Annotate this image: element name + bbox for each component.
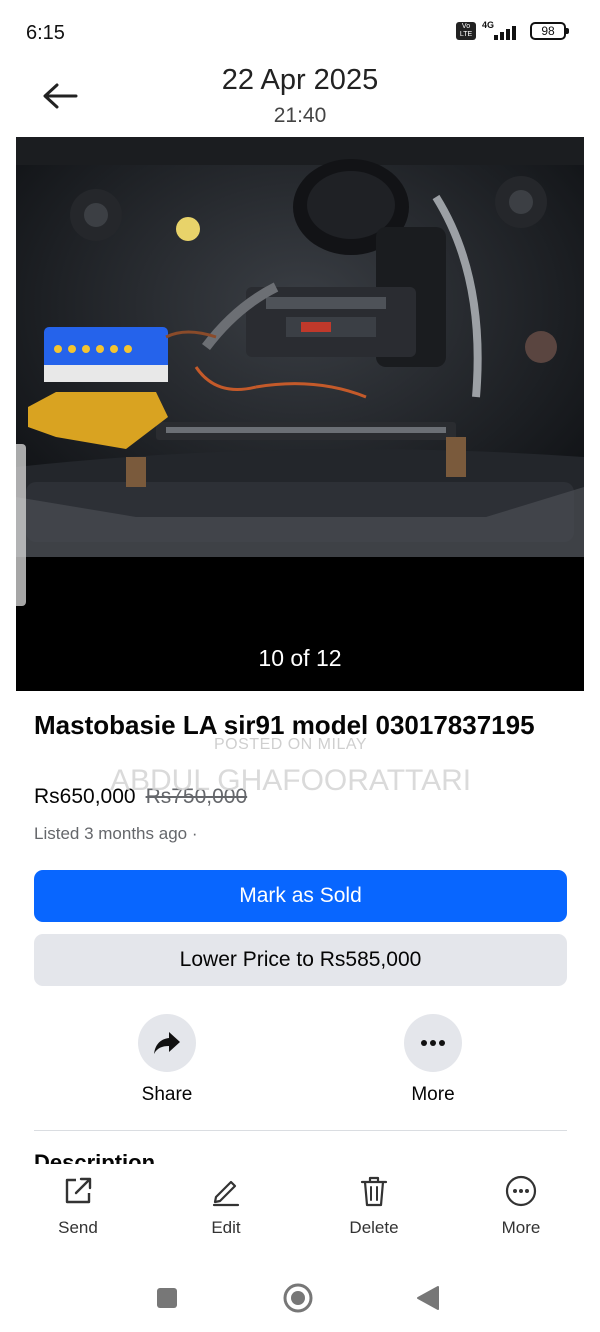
signal-icon: 4G — [482, 20, 524, 40]
more-icon-circle — [404, 1014, 462, 1072]
header: 22 Apr 2025 21:40 — [0, 60, 600, 136]
triangle-back-icon — [417, 1286, 439, 1310]
more-toolbar-button[interactable]: More — [471, 1174, 571, 1238]
watermark-line-2: ABDUL GHAFOORATTARI — [110, 764, 472, 797]
delete-label: Delete — [349, 1218, 399, 1237]
bottom-toolbar: Send Edit Delete More — [0, 1164, 600, 1264]
status-icons: Vo LTE 4G 98 — [456, 20, 569, 40]
description-heading-text: Description — [34, 1152, 234, 1164]
side-handle[interactable] — [16, 444, 26, 606]
description-heading: Description — [34, 1152, 234, 1164]
status-time: 6:15 — [26, 22, 65, 44]
network-type: 4G — [482, 20, 495, 30]
header-time: 21:40 — [273, 104, 327, 127]
engine-bay-image — [16, 137, 584, 557]
share-icon-circle — [138, 1014, 196, 1072]
send-button[interactable]: Send — [28, 1174, 128, 1238]
send-label: Send — [58, 1218, 98, 1237]
share-button[interactable]: Share — [107, 1014, 227, 1106]
home-button[interactable] — [278, 1278, 318, 1318]
battery-icon: 98 — [530, 22, 569, 40]
recents-button[interactable] — [147, 1278, 187, 1318]
more-icon — [421, 1040, 445, 1046]
more-actions-label: More — [411, 1084, 455, 1105]
edit-button[interactable]: Edit — [176, 1174, 276, 1238]
delete-button[interactable]: Delete — [324, 1174, 424, 1238]
lower-price-button[interactable]: Lower Price to Rs585,000 — [34, 934, 567, 986]
share-icon — [154, 1032, 180, 1054]
delete-icon — [360, 1176, 388, 1207]
header-date: 22 Apr 2025 — [221, 64, 379, 96]
volte-icon: Vo LTE — [456, 22, 476, 40]
mark-as-sold-button[interactable]: Mark as Sold — [34, 870, 567, 922]
more-actions-button[interactable]: More — [373, 1014, 493, 1106]
back-nav-button[interactable] — [408, 1278, 448, 1318]
status-bar: 6:15 Vo LTE 4G 98 — [0, 0, 600, 60]
listed-time: Listed 3 months ago · — [34, 824, 198, 843]
square-icon — [157, 1288, 177, 1308]
divider — [34, 1130, 567, 1131]
edit-label: Edit — [211, 1218, 241, 1237]
watermark-line-1: POSTED ON MILAY — [214, 736, 368, 753]
share-label: Share — [141, 1084, 193, 1105]
send-icon — [65, 1177, 92, 1204]
circle-icon — [283, 1283, 313, 1313]
listing-photo[interactable]: 10 of 12 — [16, 137, 584, 691]
more-circle-icon — [505, 1175, 537, 1207]
edit-icon — [212, 1180, 240, 1207]
system-nav-bar — [0, 1264, 600, 1332]
more-toolbar-label: More — [501, 1218, 541, 1237]
photo-counter: 10 of 12 — [258, 645, 342, 671]
